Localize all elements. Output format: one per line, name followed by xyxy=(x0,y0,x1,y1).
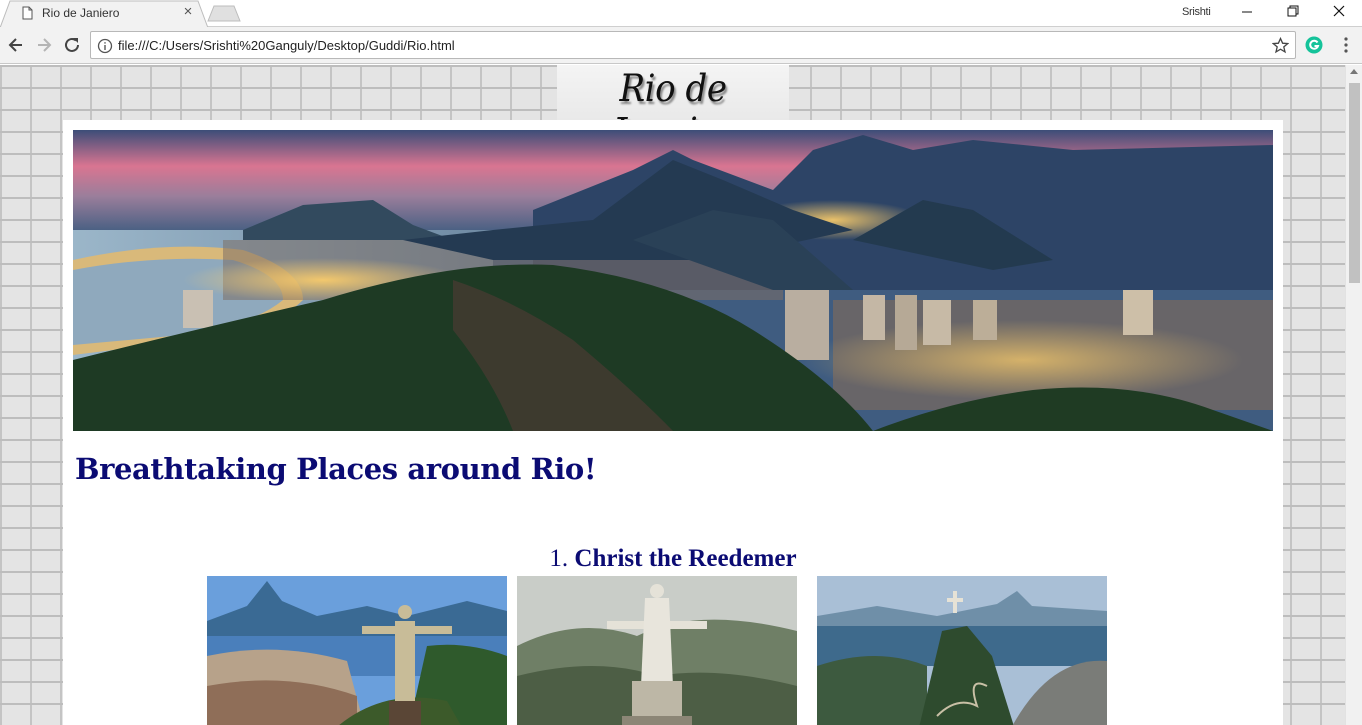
new-tab-icon[interactable] xyxy=(206,5,242,22)
more-menu-icon[interactable] xyxy=(1339,36,1353,54)
site-title-banner: Rio de Janeiro xyxy=(557,65,789,153)
place-heading: 1. Christ the Reedemer xyxy=(63,545,1283,573)
document-icon xyxy=(22,6,33,20)
star-icon[interactable] xyxy=(1272,37,1289,54)
close-icon[interactable]: × xyxy=(181,3,195,21)
reload-icon[interactable] xyxy=(61,34,83,56)
close-window-icon[interactable] xyxy=(1316,0,1362,26)
page-viewport: Rio de Janeiro xyxy=(0,65,1345,725)
place-name: Christ the Reedemer xyxy=(574,545,797,572)
page-heading: Breathtaking Places around Rio! xyxy=(75,452,597,486)
main-content: Breathtaking Places around Rio! 1. Chris… xyxy=(63,120,1283,725)
hero-panorama-image xyxy=(73,130,1273,431)
maximize-icon[interactable] xyxy=(1270,0,1316,26)
info-icon[interactable] xyxy=(97,38,113,54)
scrollbar-thumb[interactable] xyxy=(1349,83,1360,283)
vertical-scrollbar[interactable] xyxy=(1345,65,1362,725)
christ-redeemer-photo-1 xyxy=(207,576,507,725)
address-bar[interactable]: file:///C:/Users/Srishti%20Ganguly/Deskt… xyxy=(90,31,1296,59)
profile-name[interactable]: Srishti xyxy=(1182,6,1211,18)
title-bar: Rio de Janiero × Srishti xyxy=(0,0,1362,28)
tab-title: Rio de Janiero xyxy=(42,6,120,20)
back-arrow-icon[interactable] xyxy=(5,34,27,56)
minimize-icon[interactable] xyxy=(1224,0,1270,26)
browser-toolbar: file:///C:/Users/Srishti%20Ganguly/Deskt… xyxy=(0,27,1362,64)
url-text[interactable]: file:///C:/Users/Srishti%20Ganguly/Deskt… xyxy=(118,38,455,53)
place-number: 1. xyxy=(549,545,569,572)
christ-redeemer-photo-3 xyxy=(817,576,1107,725)
christ-redeemer-photo-2 xyxy=(517,576,797,725)
grammarly-icon[interactable] xyxy=(1305,36,1323,54)
forward-arrow-icon[interactable] xyxy=(33,34,55,56)
scroll-up-arrow-icon[interactable] xyxy=(1350,69,1358,74)
